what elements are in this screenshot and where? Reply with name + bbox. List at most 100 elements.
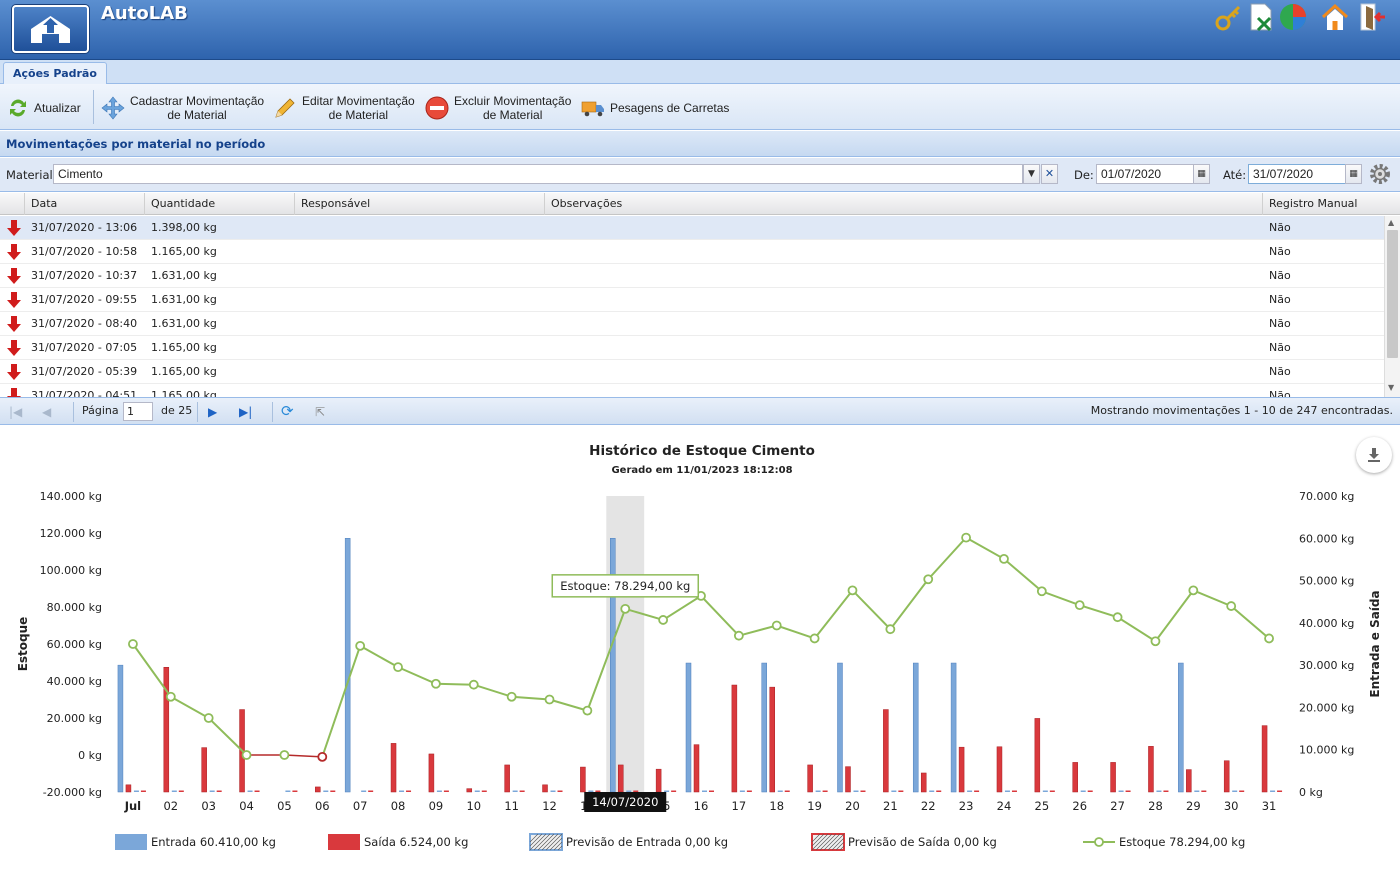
table-row[interactable]: 31/07/2020 - 07:05 1.165,00 kg Não	[0, 336, 1384, 360]
bar-previsao-saida	[1125, 790, 1131, 792]
gear-icon[interactable]	[1369, 163, 1391, 185]
bar-previsao-saida	[1239, 790, 1245, 792]
bar-previsao-saida	[860, 790, 866, 792]
column-quantidade[interactable]: Quantidade	[144, 193, 295, 215]
scrollbar-thumb[interactable]	[1387, 230, 1398, 358]
bar-entrada	[1178, 662, 1184, 793]
point-estoque	[923, 574, 934, 585]
x-tick-label: Jul	[124, 799, 141, 813]
house-icon[interactable]	[1320, 2, 1350, 32]
chart-canvas[interactable]: 140.000 kg 120.000 kg 100.000 kg 80.000 kg 6…	[0, 430, 1400, 870]
bar-saida	[958, 746, 965, 793]
table-row[interactable]: 31/07/2020 - 13:06 1.398,00 kg Não	[0, 216, 1384, 240]
to-date-input[interactable]: 31/07/2020	[1248, 164, 1346, 184]
point-estoque	[544, 694, 555, 705]
create-movement-button[interactable]: Cadastrar Movimentação de Material	[101, 94, 264, 122]
bar-previsao-saida	[140, 790, 146, 792]
truck-weighings-button[interactable]: Pesagens de Carretas	[581, 99, 729, 117]
scroll-down-icon[interactable]: ▼	[1388, 383, 1394, 392]
excel-export-icon[interactable]	[1246, 2, 1276, 32]
bar-entrada	[344, 538, 351, 793]
home-logo-button[interactable]	[12, 5, 89, 53]
clear-icon[interactable]: ✕	[1041, 164, 1058, 184]
line-estoque	[321, 536, 1270, 758]
pager-separator	[272, 402, 273, 422]
x-tick-label: 08	[391, 799, 406, 813]
scroll-up-icon[interactable]: ▲	[1388, 218, 1394, 227]
arrow-down-icon	[7, 268, 21, 284]
calendar-icon[interactable]: ▦	[1193, 164, 1210, 184]
x-tick-label: 28	[1148, 799, 1163, 813]
page-number-input[interactable]: 1	[123, 402, 153, 421]
point-estoque	[999, 553, 1009, 564]
legend-swatch-estoque-point	[1094, 837, 1104, 847]
cell-quantity: 1.398,00 kg	[151, 221, 217, 234]
bar-saida	[125, 784, 132, 793]
refresh-button[interactable]: Atualizar	[7, 97, 81, 119]
material-combo-input[interactable]: Cimento	[53, 164, 1023, 184]
bar-saida	[920, 772, 927, 793]
legend-label: Saída 6.524,00 kg	[364, 835, 468, 849]
tab-acoes-padrao[interactable]: Ações Padrão	[3, 62, 107, 84]
cell-manual: Não	[1269, 341, 1291, 354]
refresh-icon[interactable]: ⟳	[281, 402, 294, 420]
delete-movement-button[interactable]: Excluir Movimentação de Material	[425, 94, 571, 122]
point-estoque	[847, 585, 858, 596]
last-page-icon[interactable]: ▶|	[239, 405, 252, 419]
column-responsavel[interactable]: Responsável	[294, 193, 545, 215]
next-page-icon[interactable]: ▶	[208, 405, 217, 419]
exit-door-icon[interactable]	[1356, 2, 1386, 32]
table-row[interactable]: 31/07/2020 - 08:40 1.631,00 kg Não	[0, 312, 1384, 336]
column-registro-manual[interactable]: Registro Manual	[1262, 193, 1384, 215]
prev-page-icon[interactable]: ◀	[42, 405, 51, 419]
point-estoque	[771, 620, 782, 631]
pencil-icon	[275, 98, 295, 118]
bar-saida	[731, 684, 738, 793]
edit-label-1: Editar Movimentação	[302, 94, 415, 108]
bar-previsao-entrada	[1270, 790, 1276, 792]
cell-date: 31/07/2020 - 04:51	[31, 389, 138, 397]
table-row[interactable]: 31/07/2020 - 10:37 1.631,00 kg Não	[0, 264, 1384, 288]
bar-previsao-entrada	[1156, 790, 1162, 792]
legend-label: Estoque 78.294,00 kg	[1119, 835, 1245, 849]
cell-date: 31/07/2020 - 05:39	[31, 365, 138, 378]
column-data[interactable]: Data	[24, 193, 145, 215]
bar-saida	[618, 764, 624, 793]
table-row[interactable]: 31/07/2020 - 04:51 1.165,00 kg Não	[0, 384, 1384, 397]
x-crosshair-label: 14/07/2020	[592, 795, 658, 809]
bar-previsao-saida	[633, 790, 639, 792]
bar-previsao-entrada	[209, 790, 215, 792]
grid-vertical-scrollbar[interactable]: ▲ ▼	[1384, 216, 1400, 397]
bar-previsao-entrada	[436, 790, 442, 792]
bar-saida	[201, 747, 207, 793]
chevron-down-icon[interactable]: ▼	[1023, 164, 1040, 184]
bar-previsao-saida	[709, 790, 714, 792]
bar-previsao-entrada	[815, 790, 821, 792]
pie-chart-icon[interactable]	[1278, 2, 1308, 32]
panel-title: Movimentações por material no período	[0, 131, 1400, 157]
cell-date: 31/07/2020 - 10:58	[31, 245, 138, 258]
x-tick-label: 12	[542, 799, 557, 813]
first-page-icon[interactable]: |◀	[9, 405, 22, 419]
calendar-icon[interactable]: ▦	[1345, 164, 1362, 184]
ribbon-tabbar: Ações Padrão	[0, 60, 1400, 84]
bar-previsao-saida	[1163, 790, 1169, 792]
bar-previsao-saida	[1049, 790, 1055, 792]
legend-label: Entrada 60.410,00 kg	[151, 835, 276, 849]
column-observacoes[interactable]: Observações	[544, 193, 1263, 215]
bar-saida	[428, 753, 435, 793]
refresh-label: Atualizar	[34, 101, 81, 115]
bar-previsao-entrada	[1080, 790, 1086, 792]
table-row[interactable]: 31/07/2020 - 10:58 1.165,00 kg Não	[0, 240, 1384, 264]
bar-saida	[883, 709, 889, 793]
cursor-icon[interactable]: ⇱	[315, 405, 325, 419]
table-row[interactable]: 31/07/2020 - 09:55 1.631,00 kg Não	[0, 288, 1384, 312]
x-tick-label: 31	[1262, 799, 1277, 813]
delete-label-2: de Material	[483, 108, 543, 122]
y-right-tick-label: 30.000 kg	[1299, 659, 1354, 672]
home-arrow-icon	[31, 16, 70, 43]
edit-movement-button[interactable]: Editar Movimentação de Material	[273, 94, 415, 122]
from-date-input[interactable]: 01/07/2020	[1096, 164, 1194, 184]
key-icon[interactable]	[1214, 2, 1244, 32]
table-row[interactable]: 31/07/2020 - 05:39 1.165,00 kg Não	[0, 360, 1384, 384]
